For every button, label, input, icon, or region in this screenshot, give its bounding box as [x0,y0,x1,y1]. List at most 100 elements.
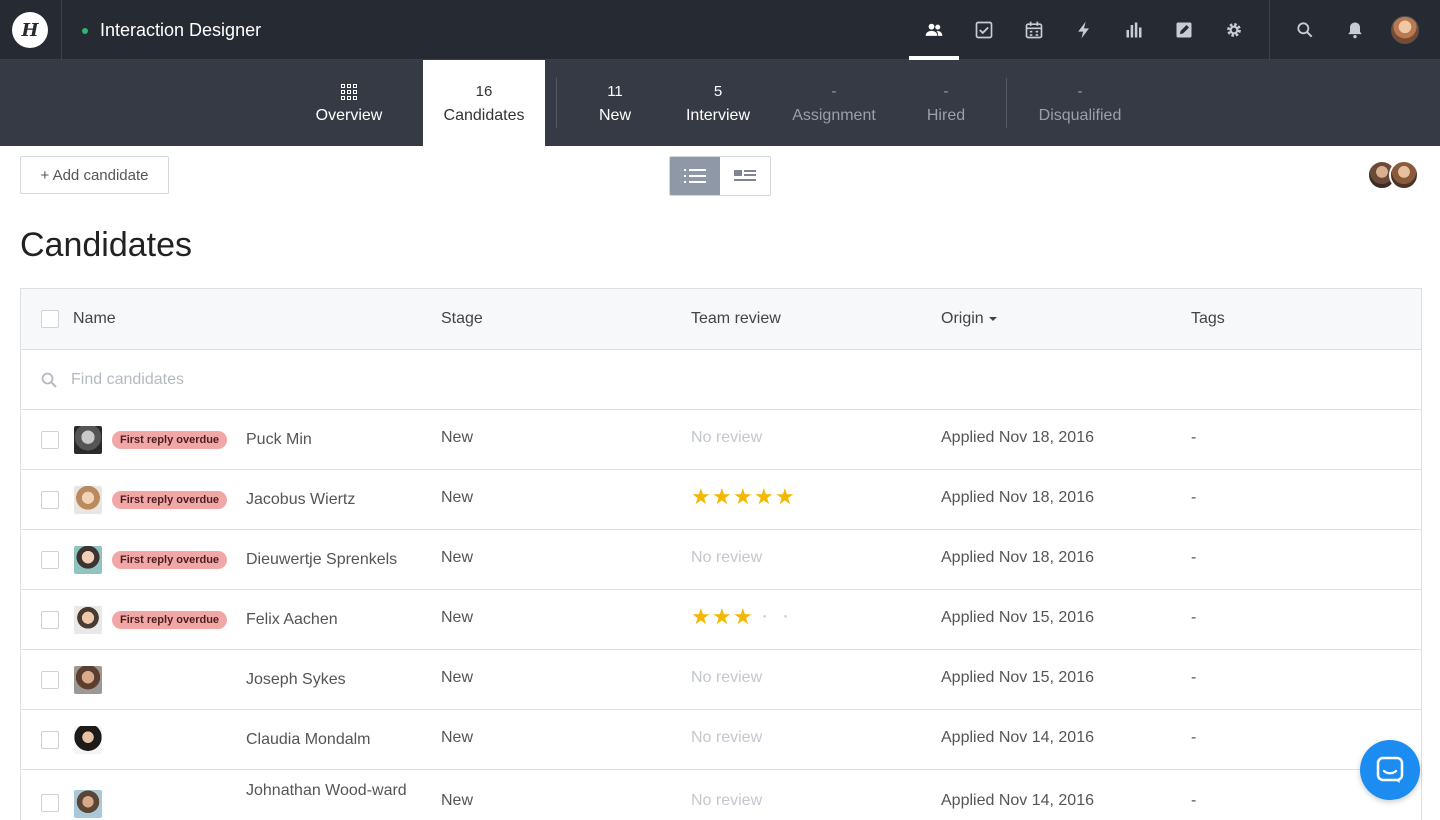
tab-assignment[interactable]: - Assignment [779,60,889,146]
row-checkbox[interactable] [41,731,59,749]
stage-value: New [441,729,474,746]
tab-count: - [943,83,949,100]
status-badge: First reply overdue [112,431,228,449]
tab-count: 5 [713,83,723,100]
people-icon[interactable] [920,16,948,44]
row-checkbox[interactable] [41,491,59,509]
table-row[interactable]: Claudia Mondalm New No review Applied No… [21,710,1421,770]
candidates-table: Name Stage Team review Origin Tags First… [20,288,1422,820]
select-all-checkbox[interactable] [41,310,59,328]
review-value: No review [691,792,763,809]
row-checkbox[interactable] [41,611,59,629]
calendar-icon[interactable] [1020,16,1048,44]
tab-hired[interactable]: - Hired [906,60,986,146]
tab-new[interactable]: 11 New [575,60,655,146]
column-header-team-review[interactable]: Team review [691,289,781,349]
tags-value: - [1191,669,1197,686]
candidate-name[interactable]: Johnathan Wood-ward [246,780,416,802]
select-all [21,289,71,349]
tab-count: 11 [607,83,623,100]
logo-letter: H [21,19,39,41]
avatar [74,606,102,634]
user-avatar[interactable] [1391,16,1419,44]
star-rating: ★ ★ ★ ● ● [691,606,796,628]
tab-label: Hired [926,107,966,124]
tab-label: New [598,107,631,124]
table-row[interactable]: First reply overdue Dieuwertje Sprenkels… [21,530,1421,590]
edit-icon[interactable] [1170,16,1198,44]
search-icon[interactable] [1291,16,1319,44]
candidate-name[interactable]: Dieuwertje Sprenkels [246,549,416,571]
star-filled-icon: ★ [733,484,753,509]
avatar [74,486,102,514]
column-header-name[interactable]: Name [73,289,116,349]
status-badge: First reply overdue [112,611,228,629]
tab-disqualified[interactable]: - Disqualified [1025,60,1135,146]
add-candidate-button[interactable]: + Add candidate [20,156,169,194]
avatar [74,546,102,574]
logo[interactable]: H [12,12,48,48]
table-row[interactable]: Joseph Sykes New No review Applied Nov 1… [21,650,1421,710]
list-view-icon[interactable] [670,157,720,195]
candidate-name[interactable]: Claudia Mondalm [246,729,416,751]
job-title[interactable]: Interaction Designer [100,20,261,41]
star-rating: ★ ★ ★ ★ ★ [691,486,796,508]
star-filled-icon: ★ [775,484,795,509]
team-avatars[interactable] [1367,160,1423,190]
tab-overview[interactable]: Overview [299,60,399,146]
column-header-origin[interactable]: Origin [941,289,998,349]
bar-chart-icon[interactable] [1120,16,1148,44]
candidate-name[interactable]: Joseph Sykes [246,669,416,691]
chat-icon [1376,756,1404,783]
table-row[interactable]: First reply overdue Puck Min New No revi… [21,410,1421,470]
tab-label: Assignment [792,107,876,124]
table-row[interactable]: First reply overdue Jacobus Wiertz New ★… [21,470,1421,530]
search-input[interactable] [71,365,671,395]
row-checkbox[interactable] [41,431,59,449]
grid-icon [341,84,357,100]
candidate-name[interactable]: Jacobus Wiertz [246,489,416,511]
row-checkbox[interactable] [41,551,59,569]
gear-icon[interactable] [1220,16,1248,44]
column-header-tags[interactable]: Tags [1191,289,1225,349]
tags-value: - [1191,429,1197,446]
tab-label: Disqualified [1038,107,1122,124]
bell-icon[interactable] [1341,16,1369,44]
tab-count: 16 [475,83,493,100]
chat-button[interactable] [1360,740,1420,800]
tab-interview[interactable]: 5 Interview [673,60,763,146]
tags-value: - [1191,489,1197,506]
column-header-stage[interactable]: Stage [441,289,483,349]
origin-value: Applied Nov 18, 2016 [941,549,1094,566]
star-filled-icon: ★ [691,484,711,509]
stage-value: New [441,549,474,566]
lightning-icon[interactable] [1070,16,1098,44]
row-checkbox[interactable] [41,671,59,689]
avatar [74,726,102,754]
review-value: No review [691,729,763,746]
candidate-name[interactable]: Puck Min [246,429,416,451]
divider [1269,0,1270,60]
table-row[interactable]: Johnathan Wood-ward New No review Applie… [21,770,1421,820]
status-badge: First reply overdue [112,551,228,569]
job-status-dot [82,28,88,34]
divider [61,0,62,60]
stage-value: New [441,669,474,686]
card-view-icon[interactable] [720,157,770,195]
avatar [1389,160,1419,190]
tab-candidates[interactable]: 16 Candidates [423,60,545,146]
star-filled-icon: ★ [712,484,732,509]
row-checkbox[interactable] [41,794,59,812]
review-value: No review [691,669,763,686]
origin-value: Applied Nov 15, 2016 [941,669,1094,686]
origin-value: Applied Nov 15, 2016 [941,609,1094,626]
divider [1006,78,1007,128]
checkbox-icon[interactable] [970,16,998,44]
star-filled-icon: ★ [733,604,753,629]
table-row[interactable]: First reply overdue Felix Aachen New ★ ★ ★… [21,590,1421,650]
candidate-name[interactable]: Felix Aachen [246,609,416,631]
tab-label: Overview [315,107,383,124]
review-value: No review [691,549,763,566]
stage-value: New [441,609,474,626]
view-toggle [669,156,771,196]
